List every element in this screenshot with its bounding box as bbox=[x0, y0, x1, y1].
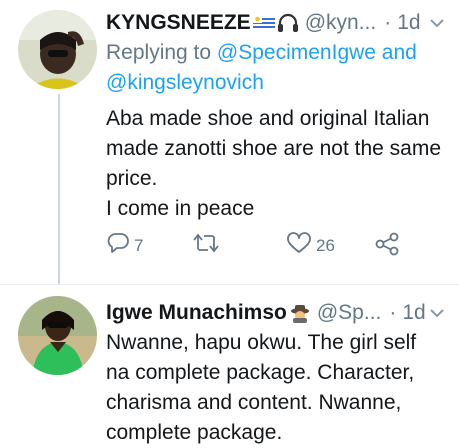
reply-button[interactable]: 7 bbox=[106, 232, 143, 259]
handle[interactable]: @kyn... bbox=[305, 11, 377, 35]
detective-icon bbox=[289, 303, 311, 323]
separator-dot: · bbox=[389, 301, 397, 324]
headphones-icon bbox=[277, 13, 299, 33]
divider bbox=[0, 284, 459, 285]
timestamp[interactable]: 1d bbox=[402, 301, 425, 325]
display-name[interactable]: KYNGSNEEZE bbox=[106, 11, 251, 35]
like-count: 26 bbox=[316, 235, 335, 255]
reply-and[interactable]: and bbox=[376, 41, 417, 64]
separator-dot: · bbox=[384, 11, 392, 34]
heart-icon bbox=[286, 232, 312, 259]
tweet-text: Aba made shoe and original Italian made … bbox=[106, 104, 445, 224]
reply-icon bbox=[106, 232, 130, 259]
display-name[interactable]: Igwe Munachimso bbox=[106, 301, 287, 325]
tweet-text: Nwanne, hapu okwu. The girl self na comp… bbox=[106, 331, 417, 444]
mention-link[interactable]: @kingsleynovich bbox=[106, 71, 264, 94]
tweet-text-line: Aba made shoe and original Italian made … bbox=[106, 107, 442, 190]
share-button[interactable] bbox=[374, 232, 400, 261]
timestamp[interactable]: 1d bbox=[397, 11, 420, 35]
avatar[interactable] bbox=[18, 296, 97, 375]
thread-line bbox=[58, 94, 60, 284]
reply-count: 7 bbox=[134, 235, 144, 255]
chevron-down-icon[interactable] bbox=[429, 308, 445, 318]
handle[interactable]: @Sp... bbox=[317, 301, 382, 325]
reply-prefix: Replying to bbox=[106, 41, 217, 64]
retweet-icon bbox=[192, 232, 220, 259]
retweet-button[interactable] bbox=[192, 232, 224, 259]
avatar[interactable] bbox=[18, 10, 97, 89]
like-button[interactable]: 26 bbox=[286, 232, 335, 259]
tweet-text-line: I come in peace bbox=[106, 197, 255, 220]
chevron-down-icon[interactable] bbox=[429, 18, 445, 28]
flag-icon bbox=[252, 15, 275, 31]
mention-link[interactable]: @SpecimenIgwe bbox=[217, 41, 376, 64]
share-icon bbox=[374, 232, 400, 261]
replying-to: Replying to @SpecimenIgwe and @kingsleyn… bbox=[106, 38, 445, 98]
tweet-actions: 7 26 bbox=[106, 232, 445, 268]
